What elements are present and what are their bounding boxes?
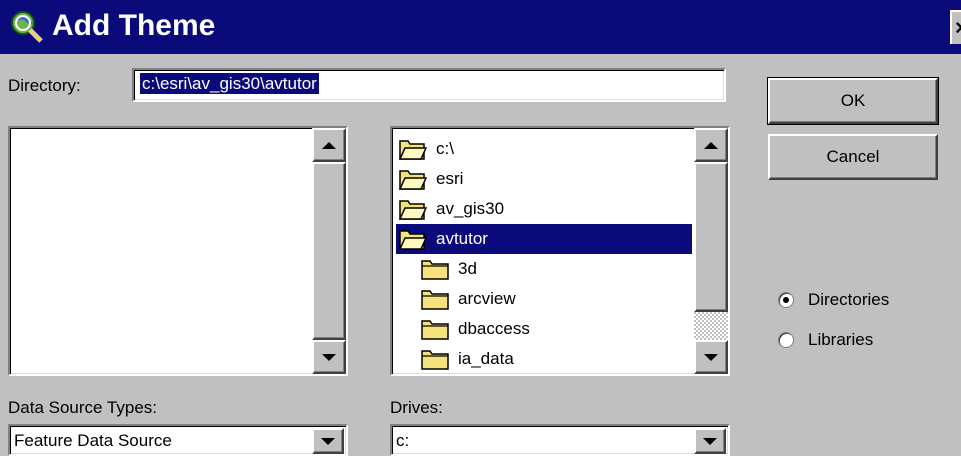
radio-button[interactable] [778, 332, 794, 348]
directory-input-value: c:\esri\av_gis30\avtutor [140, 73, 319, 94]
ok-button[interactable]: OK [767, 77, 939, 125]
arrow-down-icon [704, 353, 718, 361]
chevron-down-icon [703, 437, 717, 445]
directory-item-label: esri [436, 169, 464, 188]
arrow-up-icon [704, 141, 718, 149]
open-folder-icon [398, 140, 428, 160]
radio-label: Libraries [808, 330, 874, 349]
directory-list-scrollbar[interactable] [694, 128, 728, 374]
drives-select[interactable]: c: [390, 424, 730, 456]
open-folder-icon [398, 200, 428, 220]
scroll-up-button[interactable] [694, 128, 728, 162]
scroll-up-button[interactable] [312, 128, 346, 162]
directory-item[interactable]: esri [398, 164, 463, 194]
dropdown-button[interactable] [312, 428, 344, 454]
file-list[interactable] [8, 126, 348, 376]
data-source-types-select[interactable]: Feature Data Source [8, 424, 348, 456]
directory-item-label: 3d [458, 259, 477, 278]
directory-item[interactable]: c:\ [398, 134, 454, 164]
file-list-scrollbar[interactable] [312, 128, 346, 374]
folder-icon [421, 260, 449, 280]
directory-input[interactable]: c:\esri\av_gis30\avtutor [132, 68, 726, 102]
scroll-thumb[interactable] [312, 162, 346, 340]
directory-item-label: av_gis30 [436, 199, 505, 218]
cancel-button-label: Cancel [826, 147, 880, 166]
radio-dot-icon [783, 297, 789, 303]
open-folder-icon [398, 230, 428, 250]
ok-button-label: OK [840, 91, 866, 110]
scroll-track[interactable] [694, 312, 728, 340]
folder-icon [421, 290, 449, 310]
arrow-up-icon [322, 141, 336, 149]
drives-value: c: [396, 431, 410, 450]
radio-button[interactable] [778, 292, 794, 308]
globe-magnifier-icon [11, 11, 43, 43]
dropdown-button[interactable] [694, 428, 726, 454]
arrow-down-icon [322, 353, 336, 361]
directory-item-selected[interactable]: avtutor [396, 224, 692, 254]
directory-item[interactable]: av_gis30 [398, 194, 504, 224]
radio-label: Directories [808, 290, 890, 309]
data-source-types-label: Data Source Types: [8, 398, 157, 417]
directory-item-label: c:\ [436, 139, 454, 158]
drives-label: Drives: [390, 398, 443, 417]
cancel-button[interactable]: Cancel [768, 134, 938, 180]
radio-directories[interactable]: Directories [778, 290, 889, 310]
folder-icon [421, 320, 449, 340]
directory-item-label: ia_data [458, 349, 514, 368]
directory-item-label: avtutor [436, 229, 488, 248]
title-bar: Add Theme × [0, 0, 961, 54]
directory-list[interactable]: c:\ esri av_gis30 avtutor 3d arcview dba… [390, 126, 730, 376]
directory-label: Directory: [8, 76, 81, 95]
directory-item[interactable]: dbaccess [420, 314, 530, 344]
directory-item[interactable]: ia_data [420, 344, 514, 374]
directory-item-label: arcview [458, 289, 516, 308]
folder-icon [421, 350, 449, 370]
close-icon: × [955, 15, 961, 40]
window-title: Add Theme [52, 9, 216, 42]
data-source-types-value: Feature Data Source [14, 431, 172, 450]
close-button[interactable]: × [950, 10, 961, 44]
directory-item-label: dbaccess [458, 319, 530, 338]
directory-item[interactable]: arcview [420, 284, 516, 314]
scroll-down-button[interactable] [694, 340, 728, 374]
scroll-down-button[interactable] [312, 340, 346, 374]
open-folder-icon [398, 170, 428, 190]
directory-item[interactable]: 3d [420, 254, 477, 284]
chevron-down-icon [321, 437, 335, 445]
scroll-thumb[interactable] [694, 162, 728, 312]
radio-libraries[interactable]: Libraries [778, 330, 873, 350]
